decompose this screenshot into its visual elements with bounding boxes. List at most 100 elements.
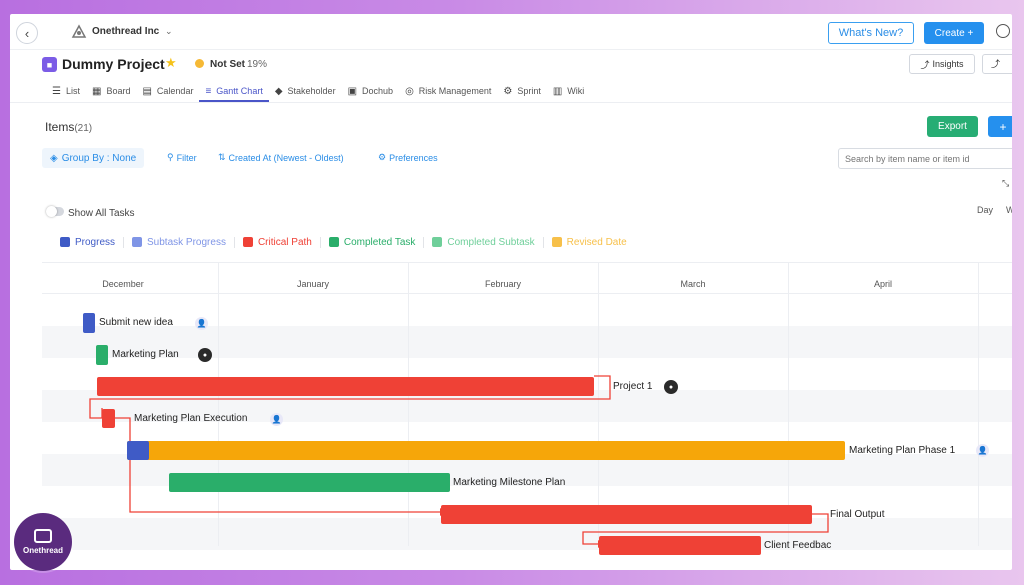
tab-label: Risk Management (418, 86, 492, 96)
user-icon[interactable]: 👤 (195, 317, 208, 330)
task-bar[interactable] (441, 505, 812, 524)
items-count: (21) (74, 123, 93, 134)
week-view-button[interactable]: W (1006, 205, 1012, 215)
legend-swatch (60, 237, 70, 247)
star-icon[interactable]: ★ (165, 55, 177, 71)
tab-risk-management[interactable]: ◎ Risk Management (399, 80, 497, 102)
chat-icon[interactable] (996, 24, 1010, 38)
back-button[interactable]: ‹ (16, 22, 38, 44)
chevron-down-icon[interactable]: ⌄ (165, 26, 173, 37)
legend-label: Progress (75, 236, 116, 248)
avatar[interactable]: ● (664, 380, 678, 394)
expand-icon[interactable]: ⤡ (1002, 178, 1009, 189)
legend-item: Completed Subtask (424, 236, 544, 248)
task-label: Marketing Plan Phase 1 (849, 445, 956, 456)
user-icon[interactable]: 👤 (270, 413, 283, 426)
preferences-button[interactable]: ⚙ Preferences (378, 152, 438, 163)
task-bar[interactable] (102, 409, 115, 428)
tab-label: Stakeholder (287, 86, 336, 96)
tabs-divider (10, 102, 1012, 103)
legend-label: Completed Subtask (447, 236, 535, 248)
task-bar[interactable] (97, 377, 594, 396)
avatar[interactable]: ● (198, 348, 212, 362)
tab-label: Gantt Chart (216, 86, 263, 96)
legend-swatch (551, 237, 562, 247)
group-by-button[interactable]: ◈ Group By : None (42, 148, 145, 168)
task-label: Marketing Milestone Plan (453, 477, 566, 488)
tab-label: List (65, 86, 80, 96)
legend-label: Completed Task (343, 236, 416, 248)
trend-icon: ⤴ (991, 59, 1001, 69)
tab-label: Calendar (156, 86, 194, 96)
brand-logo-icon (34, 529, 52, 543)
task-bar[interactable] (83, 313, 95, 333)
status-dot-icon (195, 59, 204, 68)
chevron-left-icon: ‹ (24, 25, 30, 41)
legend-swatch (132, 237, 143, 247)
board-icon: ▦ (91, 85, 102, 97)
legend-item: Revised Date (544, 237, 635, 248)
progress-percent: 19% (247, 59, 268, 70)
org-name[interactable]: Onethread Inc (92, 26, 159, 37)
day-view-button[interactable]: Day (977, 205, 993, 215)
dependency-connectors (89, 375, 829, 548)
tab-label: Sprint (517, 86, 541, 96)
project-title: Dummy Project (62, 56, 165, 72)
legend-item: Subtask Progress (124, 236, 235, 248)
more-insights-button[interactable]: ⤴ (982, 54, 1012, 74)
risk-icon: ◎ (405, 85, 414, 97)
legend-swatch (242, 237, 253, 247)
tab-wiki[interactable]: ▥ Wiki (547, 80, 590, 102)
search-input[interactable] (838, 148, 1012, 169)
tab-label: Wiki (567, 86, 585, 96)
wiki-icon: ▥ (552, 85, 563, 97)
items-heading: Items(21) (45, 120, 92, 134)
whats-new-button[interactable]: What's New? (828, 22, 914, 44)
tab-stakeholder[interactable]: ◆ Stakeholder (269, 80, 342, 102)
task-bar[interactable] (96, 345, 108, 365)
show-all-toggle[interactable] (46, 206, 64, 217)
legend-swatch (432, 237, 443, 247)
items-label: Items (45, 120, 75, 134)
show-all-label: Show All Tasks (68, 208, 135, 219)
tab-list[interactable]: ☰ List (46, 80, 86, 102)
org-logo-icon (68, 23, 90, 41)
legend-swatch (328, 237, 339, 247)
brand-name: Onethread (22, 546, 63, 555)
add-item-button[interactable]: + (988, 116, 1012, 137)
tab-board[interactable]: ▦ Board (86, 80, 136, 102)
user-icon[interactable]: 👤 (976, 444, 989, 457)
export-button[interactable]: Export (927, 116, 978, 137)
calendar-icon: ▤ (142, 85, 152, 97)
task-label: Client Feedbac (764, 540, 832, 551)
legend-item: Completed Task (321, 236, 425, 248)
tab-gantt-chart[interactable]: ≡ Gantt Chart (199, 80, 270, 102)
list-icon: ☰ (52, 85, 61, 97)
sort-button[interactable]: ⇅ Created At (Newest - Oldest) (218, 152, 344, 163)
preferences-label: Preferences (389, 152, 438, 163)
trend-icon: ⤴ (920, 59, 930, 70)
layers-icon: ◈ (50, 152, 58, 164)
insights-button[interactable]: ⤴ Insights (909, 54, 975, 74)
tab-calendar[interactable]: ▤ Calendar (136, 80, 199, 102)
insights-label: Insights (932, 59, 964, 69)
dochub-icon: ▣ (347, 85, 358, 97)
gear-icon: ⚙ (378, 152, 387, 162)
sort-icon: ⇅ (218, 152, 226, 162)
task-bar[interactable] (599, 536, 761, 555)
legend: Progress Subtask Progress Critical Path Com… (52, 235, 635, 249)
task-bar[interactable] (127, 441, 845, 460)
create-button[interactable]: Create + (924, 22, 984, 44)
filter-icon: ⚲ (167, 152, 174, 162)
task-label: Marketing Plan (112, 349, 179, 360)
tab-label: Dochub (362, 86, 394, 96)
group-by-label: Group By : None (61, 152, 137, 164)
legend-label: Revised Date (566, 236, 627, 248)
task-label: Marketing Plan Execution (134, 413, 248, 424)
task-bar[interactable] (169, 473, 450, 492)
filter-button[interactable]: ⚲ Filter (167, 152, 197, 163)
filter-label: Filter (176, 152, 197, 163)
tab-sprint[interactable]: ⚙ Sprint (497, 80, 546, 102)
tab-dochub[interactable]: ▣ Dochub (342, 80, 399, 102)
status-label[interactable]: Not Set (210, 59, 245, 70)
